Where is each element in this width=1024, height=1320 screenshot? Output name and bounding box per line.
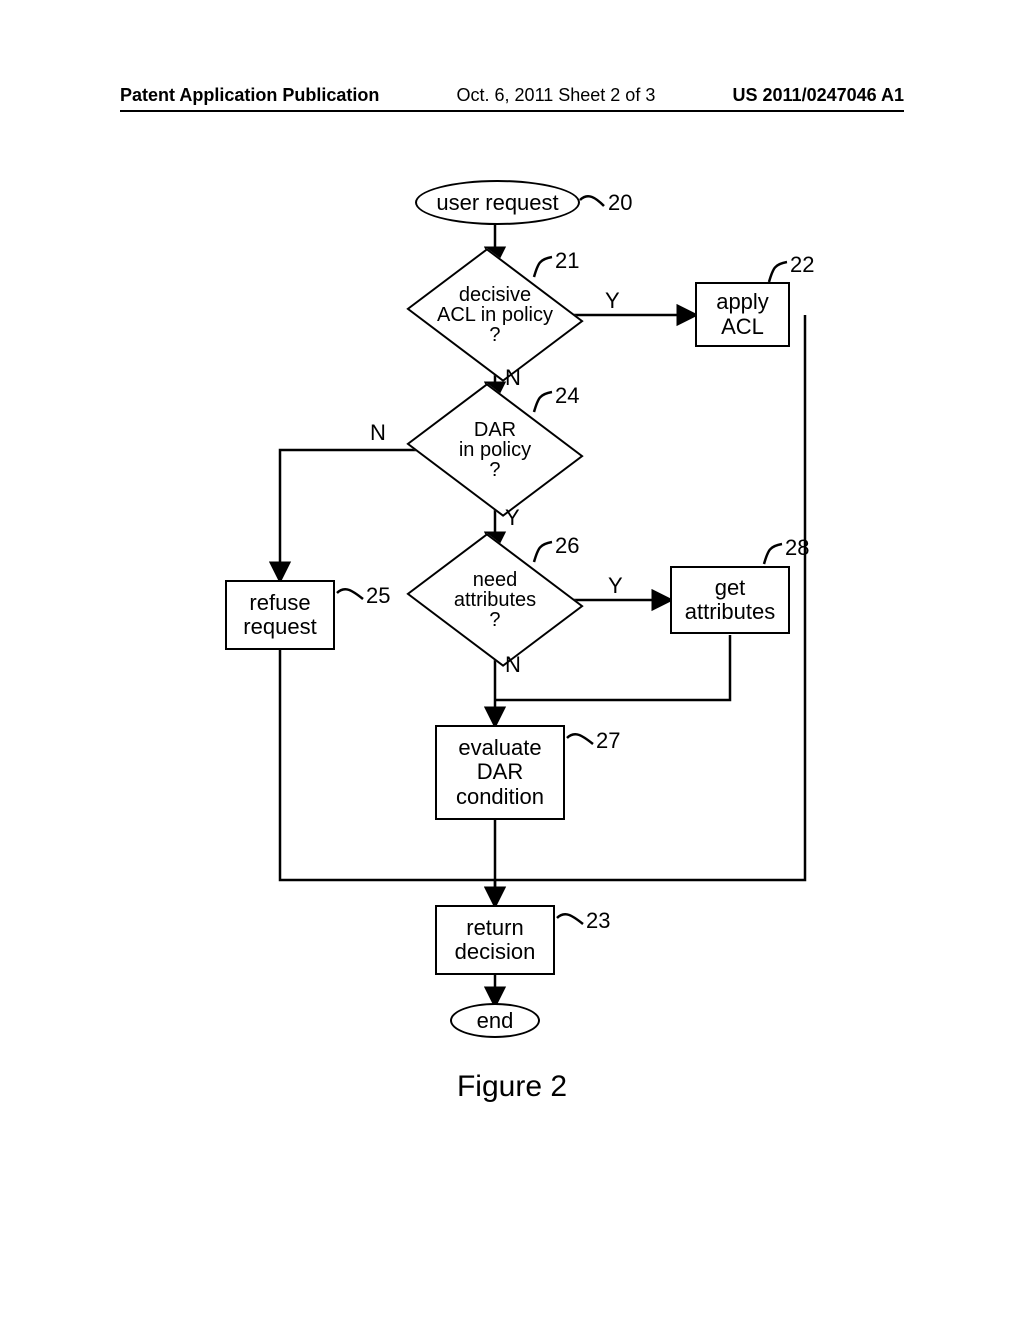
ref-28: 28 [785, 535, 809, 561]
terminator-start-label: user request [436, 191, 558, 214]
ref-hook-23 [555, 908, 585, 930]
page-header: Patent Application Publication Oct. 6, 2… [120, 85, 904, 112]
ref-20: 20 [608, 190, 632, 216]
ref-hook-22 [765, 258, 793, 286]
ref-27: 27 [596, 728, 620, 754]
branch-24-n: N [370, 420, 386, 446]
header-mid: Oct. 6, 2011 Sheet 2 of 3 [457, 85, 656, 106]
ref-22: 22 [790, 252, 814, 278]
process-return: return decision [435, 905, 555, 975]
ref-hook-27 [565, 728, 595, 750]
figure-caption: Figure 2 [0, 1070, 1024, 1104]
process-get-attr: get attributes [670, 566, 790, 634]
branch-26-n: N [505, 652, 521, 678]
terminator-end: end [450, 1003, 540, 1038]
ref-hook-26 [530, 538, 558, 566]
header-right: US 2011/0247046 A1 [733, 85, 904, 106]
branch-21-n: N [505, 365, 521, 391]
process-get-attr-label: get attributes [685, 576, 776, 624]
process-refuse: refuse request [225, 580, 335, 650]
ref-24: 24 [555, 383, 579, 409]
ref-hook-20 [578, 190, 606, 212]
branch-24-y: Y [505, 505, 520, 531]
process-apply-acl-label: apply ACL [716, 290, 769, 338]
ref-21: 21 [555, 248, 579, 274]
branch-21-y: Y [605, 288, 620, 314]
process-apply-acl: apply ACL [695, 282, 790, 347]
process-refuse-label: refuse request [243, 591, 316, 639]
process-evaluate: evaluate DAR condition [435, 725, 565, 820]
flowchart-canvas: user request 20 decisive ACL in policy ?… [210, 170, 850, 1040]
ref-23: 23 [586, 908, 610, 934]
process-evaluate-label: evaluate DAR condition [456, 736, 544, 809]
terminator-start: user request [415, 180, 580, 225]
ref-25: 25 [366, 583, 390, 609]
branch-26-y: Y [608, 573, 623, 599]
ref-hook-24 [530, 388, 558, 416]
ref-hook-21 [530, 253, 558, 281]
ref-hook-25 [335, 583, 365, 605]
header-left: Patent Application Publication [120, 85, 379, 106]
terminator-end-label: end [477, 1009, 514, 1032]
ref-26: 26 [555, 533, 579, 559]
ref-hook-28 [760, 540, 788, 568]
process-return-label: return decision [455, 916, 536, 964]
